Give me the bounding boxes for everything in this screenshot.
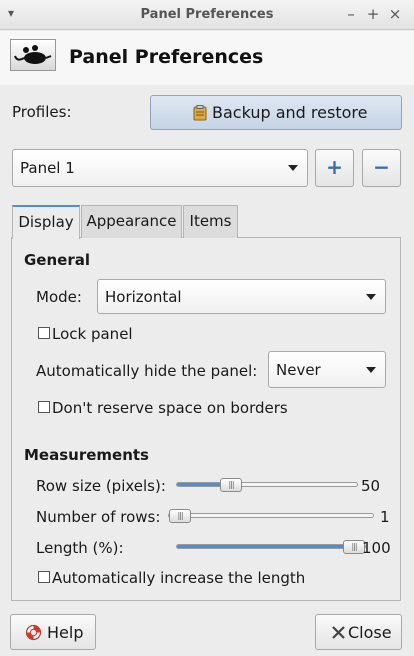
add-panel-button[interactable]: +: [315, 149, 354, 187]
mouse-icon: [10, 39, 56, 71]
mode-select-value: Horizontal: [105, 287, 182, 306]
length-slider[interactable]: |||: [176, 539, 366, 554]
general-heading: General: [24, 251, 90, 269]
dialog-header: Panel Preferences: [0, 31, 414, 85]
reserve-space-checkbox[interactable]: [38, 401, 50, 413]
clipboard-icon: [193, 105, 207, 125]
rows-value: 1: [380, 508, 390, 526]
help-label: Help: [47, 623, 84, 642]
tab-display[interactable]: Display: [12, 205, 80, 239]
chevron-down-icon: [366, 366, 376, 373]
minus-icon: −: [373, 155, 390, 179]
rows-slider[interactable]: |||: [168, 508, 374, 523]
tab-items-label: Items: [189, 212, 232, 230]
length-label: Length (%):: [36, 539, 124, 557]
row-size-value: 50: [361, 477, 381, 495]
autohide-label: Automatically hide the panel:: [36, 362, 258, 380]
reserve-space-label: Don't reserve space on borders: [52, 399, 288, 417]
tab-appearance[interactable]: Appearance: [81, 205, 182, 238]
tab-display-label: Display: [18, 213, 74, 231]
tab-appearance-label: Appearance: [86, 212, 177, 230]
row-size-slider[interactable]: |||: [176, 477, 358, 492]
autohide-select[interactable]: Never: [268, 351, 386, 388]
window-close-button[interactable]: ×: [386, 5, 404, 23]
page-title: Panel Preferences: [69, 46, 264, 68]
tab-items[interactable]: Items: [183, 205, 238, 238]
profiles-label: Profiles:: [12, 103, 72, 121]
minimize-button[interactable]: –: [342, 5, 360, 23]
rows-thumb[interactable]: |||: [169, 508, 191, 523]
close-label: Close: [348, 623, 392, 642]
panel-select-value: Panel 1: [20, 159, 75, 177]
rows-label: Number of rows:: [36, 508, 161, 526]
mode-label: Mode:: [36, 288, 82, 306]
window-titlebar: ▾ Panel Preferences – + ×: [0, 0, 414, 30]
lifebuoy-icon: [25, 624, 42, 645]
mode-select[interactable]: Horizontal: [97, 279, 386, 314]
chevron-down-icon: [288, 165, 298, 171]
length-fill: [177, 545, 365, 548]
help-button[interactable]: Help: [10, 614, 96, 650]
close-icon: [331, 625, 346, 644]
panel-select[interactable]: Panel 1: [12, 149, 308, 187]
auto-length-label: Automatically increase the length: [52, 569, 306, 587]
backup-restore-button[interactable]: Backup and restore: [150, 95, 402, 130]
maximize-button[interactable]: +: [364, 5, 382, 23]
lock-panel-label: Lock panel: [52, 325, 133, 343]
backup-restore-label: Backup and restore: [212, 103, 368, 122]
row-size-thumb[interactable]: |||: [220, 477, 242, 492]
length-value: 100: [362, 539, 391, 557]
chevron-down-icon: [366, 293, 376, 300]
measurements-heading: Measurements: [24, 446, 149, 464]
close-button[interactable]: Close: [315, 614, 402, 650]
row-size-label: Row size (pixels):: [36, 477, 166, 495]
remove-panel-button[interactable]: −: [362, 149, 401, 187]
auto-length-checkbox[interactable]: [38, 571, 50, 583]
plus-icon: +: [326, 155, 343, 179]
lock-panel-checkbox[interactable]: [38, 327, 50, 339]
autohide-select-value: Never: [276, 360, 321, 379]
